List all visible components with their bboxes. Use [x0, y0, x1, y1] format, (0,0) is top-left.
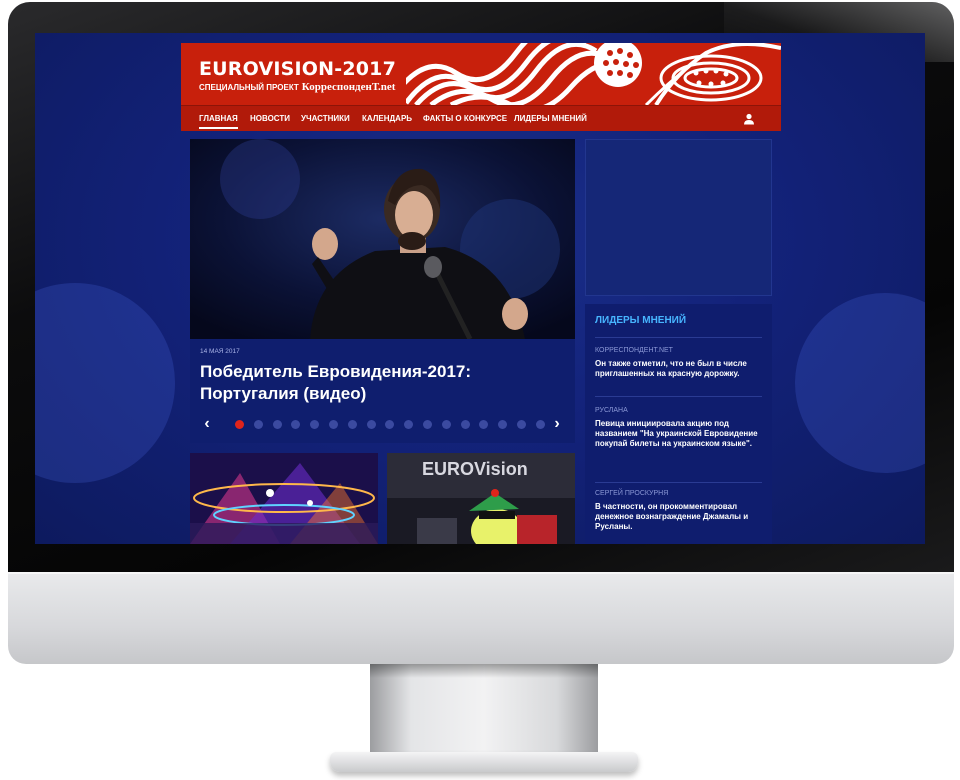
slider-dot[interactable] — [347, 420, 357, 429]
special-project-label: СПЕЦИАЛЬНЫЙ ПРОЕКТ — [199, 83, 299, 92]
nav-item-facts[interactable]: ФАКТЫ О КОНКУРСЕ — [423, 114, 507, 123]
leader-quote: Он также отметил, что не был в числе при… — [595, 359, 747, 378]
eurovision-sign-text: EUROVision — [422, 459, 528, 479]
slider-dot[interactable] — [460, 420, 470, 429]
website: EUROVISION-2017 СПЕЦИАЛЬНЫЙ ПРОЕКТ Коррес… — [181, 43, 781, 544]
leader-quote: В частности, он прокомментировал денежно… — [595, 502, 749, 531]
thumbnail-stage[interactable] — [190, 453, 378, 544]
opinion-leaders-title[interactable]: ЛИДЕРЫ МНЕНИЙ — [595, 315, 686, 326]
leader-item[interactable]: РУСЛАНА Певица инициировала акцию под на… — [595, 406, 765, 449]
site-logo[interactable]: EUROVISION-2017 — [199, 58, 396, 80]
slider-dot[interactable] — [329, 420, 338, 429]
slider-dot[interactable] — [423, 420, 432, 429]
background-glow — [35, 283, 175, 483]
monitor-screen: EUROVISION-2017 СПЕЦИАЛЬНЫЙ ПРОЕКТ Коррес… — [35, 33, 925, 544]
slide-date: 14 МАЯ 2017 — [200, 348, 240, 355]
chevron-left-icon[interactable]: ‹ — [200, 416, 214, 432]
header-decoration — [406, 43, 781, 105]
slider-dot[interactable] — [517, 420, 526, 429]
background-glow — [795, 293, 925, 473]
slider-dot[interactable] — [385, 420, 395, 429]
leader-item[interactable]: СЕРГЕЙ ПРОСКУРНЯ В частности, он прокомм… — [595, 489, 765, 532]
site-header: EUROVISION-2017 СПЕЦИАЛЬНЫЙ ПРОЕКТ Коррес… — [181, 43, 781, 105]
leader-quote: Певица инициировала акцию под названием … — [595, 419, 758, 448]
divider — [595, 482, 762, 483]
leader-name: КОРРЕСПОНДЕНТ.NET — [595, 347, 673, 354]
chevron-right-icon[interactable]: › — [550, 416, 564, 432]
nav-item-calendar[interactable]: КАЛЕНДАРЬ — [362, 114, 412, 123]
leader-item[interactable]: КОРРЕСПОНДЕНТ.NET Он также отметил, что … — [595, 346, 765, 379]
imac-monitor: EUROVISION-2017 СПЕЦИАЛЬНЫЙ ПРОЕКТ Коррес… — [0, 0, 960, 780]
stand-shadow — [370, 664, 598, 678]
monitor-stand-foot — [330, 752, 638, 772]
slider-dot[interactable] — [310, 420, 320, 429]
leader-name: СЕРГЕЙ ПРОСКУРНЯ — [595, 490, 669, 497]
nav-item-news[interactable]: НОВОСТИ — [250, 114, 290, 123]
user-icon[interactable] — [743, 113, 755, 125]
monitor-stand-neck — [370, 664, 598, 760]
featured-photo[interactable] — [190, 139, 575, 339]
nav-item-home[interactable]: ГЛАВНАЯ — [199, 114, 238, 129]
main-nav: ГЛАВНАЯ НОВОСТИ УЧАСТНИКИ КАЛЕНДАРЬ ФАКТ… — [181, 105, 781, 131]
slider-dot[interactable] — [272, 420, 282, 429]
slider-dot[interactable] — [235, 420, 244, 429]
nav-item-participants[interactable]: УЧАСТНИКИ — [301, 114, 350, 123]
slider-dot[interactable] — [253, 420, 263, 429]
slide-caption: 14 МАЯ 2017 Победитель Евровидения-2017:… — [190, 339, 575, 443]
divider — [595, 337, 762, 338]
slide-title[interactable]: Победитель Евровидения-2017: Португалия … — [200, 361, 560, 405]
featured-slider: 14 МАЯ 2017 Победитель Евровидения-2017:… — [190, 139, 575, 443]
nav-item-opinion-leaders[interactable]: ЛИДЕРЫ МНЕНИЙ — [514, 114, 587, 123]
divider — [595, 396, 762, 397]
slider-dot[interactable] — [404, 420, 414, 429]
monitor-chin — [8, 572, 954, 664]
slider-dot[interactable] — [366, 420, 376, 429]
slider-dot[interactable] — [291, 420, 301, 429]
slider-dot[interactable] — [479, 420, 489, 429]
partner-logo[interactable]: КорреспонденТ.net — [302, 81, 396, 93]
leader-name: РУСЛАНА — [595, 407, 628, 414]
opinion-leaders-panel: ЛИДЕРЫ МНЕНИЙ КОРРЕСПОНДЕНТ.NET Он также… — [585, 304, 772, 544]
ad-banner[interactable] — [585, 139, 772, 296]
header-subtitle: СПЕЦИАЛЬНЫЙ ПРОЕКТ КорреспонденТ.net — [199, 81, 395, 93]
slider-dot[interactable] — [441, 420, 451, 429]
thumbnail-eurovision-sign[interactable]: EUROVision — [387, 453, 575, 544]
slider-dot[interactable] — [535, 420, 545, 429]
slider-dot[interactable] — [498, 420, 508, 429]
